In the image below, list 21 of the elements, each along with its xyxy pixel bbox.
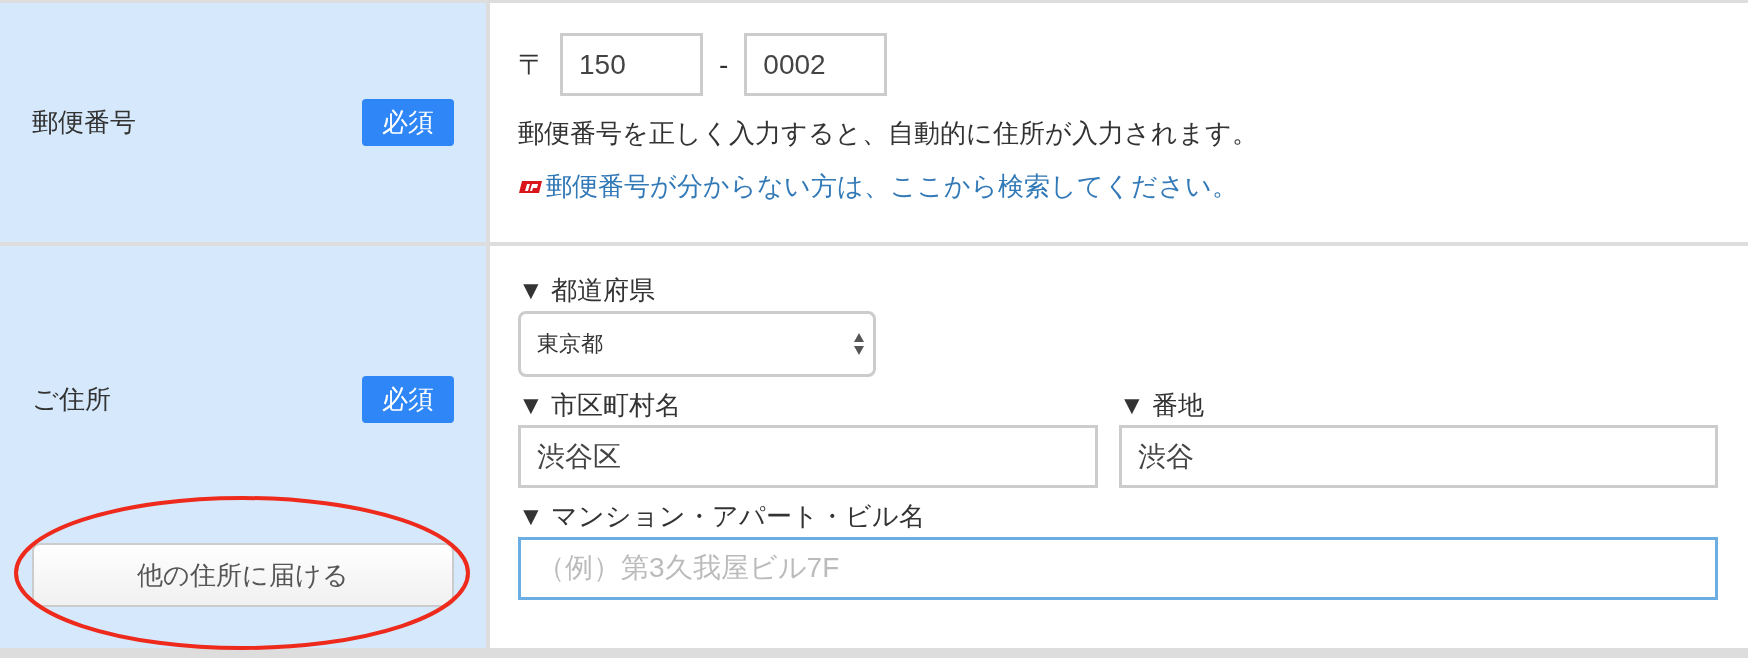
input-field[interactable]: 渋谷 [1119,425,1718,489]
up-down-arrows-icon [853,331,865,356]
field-label: ▼ 都道府県 [518,276,656,305]
required-badge: 必須 [362,99,454,146]
field-label: ご住所 [32,383,111,416]
required-badge: 必須 [362,376,454,423]
postal-mark: 〒 [518,47,546,82]
postal-search-link[interactable]: 郵便番号が分からない方は、ここから検索してください。 [546,169,1238,204]
postal-code-field[interactable]: 0002 [744,33,888,96]
field-label: ▼ 市区町村名 [518,390,682,420]
field-label: 郵便番号 [32,106,136,139]
hint-text: 郵便番号を正しく入力すると、自動的に住所が入力されます。 [518,117,1259,150]
logo-icon [518,178,544,195]
separator: - [719,48,729,81]
postal-code-field[interactable]: 150 [560,33,703,96]
input-field[interactable]: （例）第3久我屋ビル7F [518,536,1718,600]
prefecture-select[interactable]: 東京都 [518,310,876,377]
field-label: ▼ マンション・アパート・ビル名 [518,502,926,531]
other-address-button[interactable]: 他の住所に届ける [32,543,454,607]
input-field[interactable]: 渋谷区 [518,425,1098,489]
field-label: ▼ 番地 [1119,390,1205,420]
